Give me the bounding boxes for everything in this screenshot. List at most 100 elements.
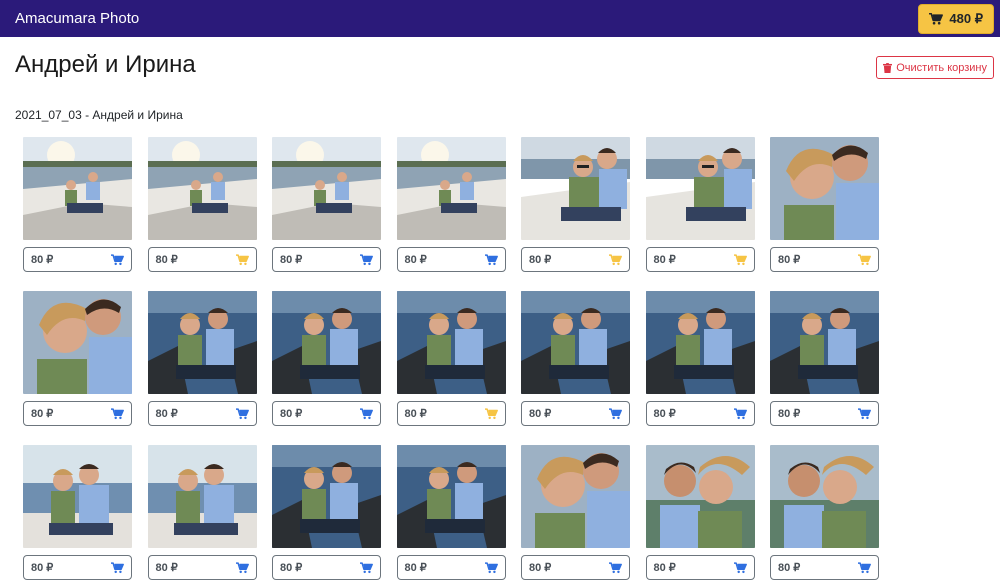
photo-thumbnail[interactable]	[396, 291, 506, 394]
price-box: 80 ₽	[23, 401, 132, 426]
clear-cart-button[interactable]: Очистить корзину	[876, 56, 994, 79]
add-to-cart-icon[interactable]	[609, 561, 622, 574]
photo-thumbnail[interactable]	[147, 137, 257, 240]
in-cart-icon[interactable]	[609, 253, 622, 266]
photo-price: 80 ₽	[653, 562, 676, 574]
photo-price: 80 ₽	[155, 254, 178, 266]
photo-thumbnail[interactable]	[521, 291, 630, 394]
add-to-cart-icon[interactable]	[360, 253, 373, 266]
add-to-cart-icon[interactable]	[360, 407, 373, 420]
add-to-cart-icon[interactable]	[733, 561, 747, 574]
cart-total-button[interactable]: 480 ₽	[918, 4, 994, 34]
photo-card: 80 ₽	[396, 137, 506, 272]
photo-card: 80 ₽	[521, 137, 630, 272]
add-to-cart-icon[interactable]	[360, 561, 373, 574]
photo-price: 80 ₽	[653, 408, 676, 420]
add-to-cart-icon[interactable]	[733, 407, 747, 420]
in-cart-icon[interactable]	[733, 253, 747, 266]
trash-icon	[883, 62, 893, 73]
price-box: 80 ₽	[396, 401, 506, 426]
photo-thumbnail[interactable]	[645, 137, 755, 240]
page-title: Андрей и Ирина	[15, 51, 196, 78]
photo-grid: 80 ₽ 80 ₽ 80 ₽ 80 ₽ 80 ₽ 80 ₽ 80 ₽ 80 ₽ …	[23, 137, 883, 580]
photo-thumbnail[interactable]	[147, 291, 257, 394]
photo-card: 80 ₽	[23, 445, 132, 580]
photo-price: 80 ₽	[31, 254, 54, 266]
photo-thumbnail[interactable]	[770, 291, 879, 394]
price-box: 80 ₽	[770, 401, 879, 426]
price-box: 80 ₽	[521, 555, 630, 580]
price-box: 80 ₽	[521, 401, 630, 426]
photo-price: 80 ₽	[653, 254, 676, 266]
photo-price: 80 ₽	[280, 254, 303, 266]
add-to-cart-icon[interactable]	[484, 561, 498, 574]
photo-thumbnail[interactable]	[521, 137, 630, 240]
photo-thumbnail[interactable]	[23, 137, 132, 240]
photo-card: 80 ₽	[645, 445, 755, 580]
cart-total-label: 480 ₽	[949, 11, 983, 26]
photo-thumbnail[interactable]	[272, 137, 381, 240]
photo-thumbnail[interactable]	[770, 445, 879, 548]
cart-icon	[929, 12, 944, 25]
photo-thumbnail[interactable]	[272, 445, 381, 548]
photo-thumbnail[interactable]	[396, 137, 506, 240]
in-cart-icon[interactable]	[858, 253, 871, 266]
photo-thumbnail[interactable]	[23, 445, 132, 548]
add-to-cart-icon[interactable]	[858, 407, 871, 420]
photo-price: 80 ₽	[529, 408, 552, 420]
clear-cart-label: Очистить корзину	[896, 61, 987, 74]
price-box: 80 ₽	[396, 247, 506, 272]
add-to-cart-icon[interactable]	[111, 407, 124, 420]
photo-price: 80 ₽	[31, 562, 54, 574]
price-box: 80 ₽	[770, 247, 879, 272]
price-box: 80 ₽	[147, 401, 257, 426]
photo-thumbnail[interactable]	[272, 291, 381, 394]
photo-card: 80 ₽	[147, 137, 257, 272]
add-to-cart-icon[interactable]	[111, 253, 124, 266]
price-box: 80 ₽	[770, 555, 879, 580]
photo-price: 80 ₽	[778, 408, 801, 420]
add-to-cart-icon[interactable]	[235, 407, 249, 420]
photo-card: 80 ₽	[23, 291, 132, 426]
navbar: Amacumara Photo 480 ₽	[0, 0, 1000, 37]
photo-price: 80 ₽	[404, 562, 427, 574]
photo-card: 80 ₽	[770, 137, 879, 272]
photo-price: 80 ₽	[155, 408, 178, 420]
in-cart-icon[interactable]	[484, 407, 498, 420]
photo-price: 80 ₽	[404, 254, 427, 266]
add-to-cart-icon[interactable]	[111, 561, 124, 574]
photo-card: 80 ₽	[645, 291, 755, 426]
photo-thumbnail[interactable]	[645, 445, 755, 548]
album-title: 2021_07_03 - Андрей и Ирина	[15, 108, 183, 122]
photo-thumbnail[interactable]	[23, 291, 132, 394]
photo-card: 80 ₽	[147, 291, 257, 426]
add-to-cart-icon[interactable]	[609, 407, 622, 420]
photo-card: 80 ₽	[770, 445, 879, 580]
photo-card: 80 ₽	[23, 137, 132, 272]
price-box: 80 ₽	[23, 555, 132, 580]
photo-card: 80 ₽	[396, 445, 506, 580]
photo-thumbnail[interactable]	[396, 445, 506, 548]
photo-thumbnail[interactable]	[521, 445, 630, 548]
price-box: 80 ₽	[23, 247, 132, 272]
in-cart-icon[interactable]	[235, 253, 249, 266]
photo-card: 80 ₽	[272, 445, 381, 580]
photo-card: 80 ₽	[396, 291, 506, 426]
price-box: 80 ₽	[645, 401, 755, 426]
photo-thumbnail[interactable]	[645, 291, 755, 394]
photo-price: 80 ₽	[155, 562, 178, 574]
photo-price: 80 ₽	[529, 562, 552, 574]
price-box: 80 ₽	[272, 555, 381, 580]
price-box: 80 ₽	[147, 555, 257, 580]
brand-logo[interactable]: Amacumara Photo	[15, 10, 139, 27]
add-to-cart-icon[interactable]	[235, 561, 249, 574]
photo-price: 80 ₽	[529, 254, 552, 266]
photo-price: 80 ₽	[280, 562, 303, 574]
photo-thumbnail[interactable]	[147, 445, 257, 548]
price-box: 80 ₽	[645, 247, 755, 272]
photo-thumbnail[interactable]	[770, 137, 879, 240]
photo-card: 80 ₽	[272, 137, 381, 272]
add-to-cart-icon[interactable]	[484, 253, 498, 266]
add-to-cart-icon[interactable]	[858, 561, 871, 574]
photo-price: 80 ₽	[778, 562, 801, 574]
